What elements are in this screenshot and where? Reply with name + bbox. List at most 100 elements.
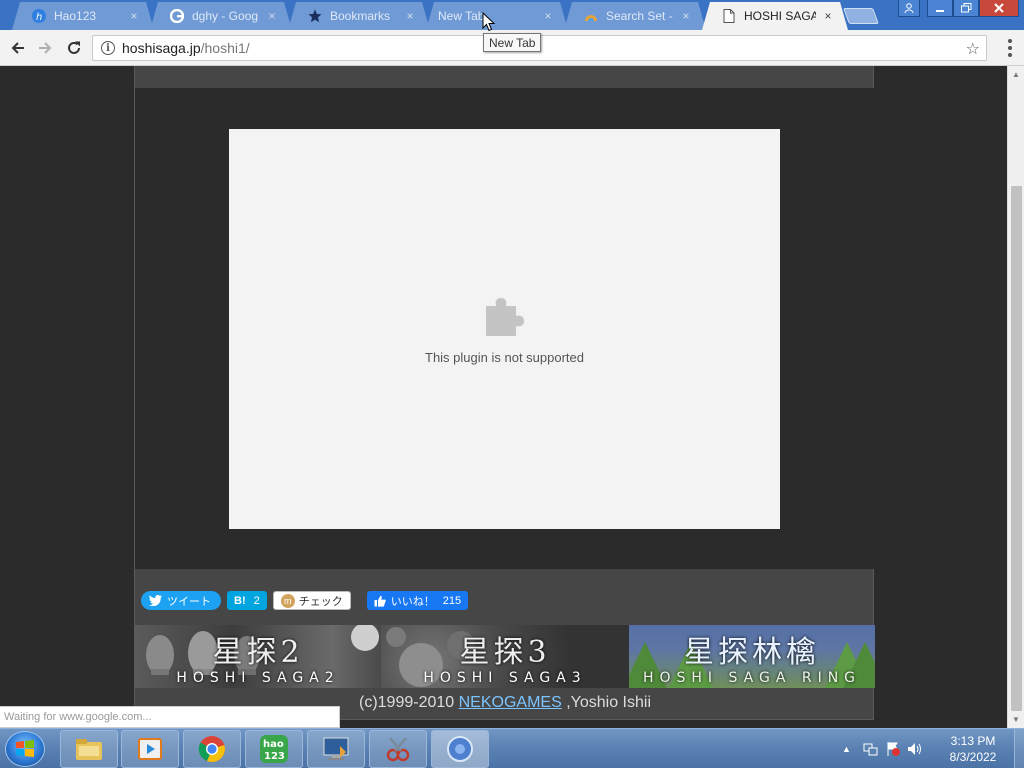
tab-search-set[interactable]: Search Set - × — [564, 2, 706, 30]
taskbar-hao123[interactable]: hao 123 — [245, 730, 303, 768]
windows-logo-icon — [16, 740, 34, 757]
tab-title: dghy - Goog — [192, 9, 259, 23]
search-set-icon — [584, 9, 598, 23]
banner-hoshi-saga-2[interactable]: 星探2 HOSHI SAGA2 — [135, 625, 381, 688]
banner-hoshi-saga-ring[interactable]: 星探林檎 HOSHI SAGA RING — [629, 625, 875, 688]
vertical-scrollbar[interactable]: ▲ ▼ — [1007, 66, 1024, 728]
new-tab-button[interactable] — [843, 8, 879, 24]
reload-button[interactable] — [62, 36, 86, 60]
svg-text:h: h — [36, 12, 42, 23]
tab-bookmarks[interactable]: Bookmarks × — [288, 2, 430, 30]
banner-title: 星探3 — [459, 635, 551, 670]
game-area: This plugin is not supported — [135, 88, 875, 569]
close-icon[interactable]: × — [404, 9, 416, 23]
scroll-down-arrow-icon[interactable]: ▼ — [1012, 715, 1020, 724]
clock[interactable]: 3:13 PM 8/3/2022 — [940, 733, 1006, 765]
plugin-placeholder[interactable]: This plugin is not supported — [229, 129, 780, 529]
close-icon[interactable]: × — [680, 9, 692, 23]
taskbar-file-explorer[interactable] — [60, 730, 118, 768]
minimize-button[interactable] — [927, 0, 953, 17]
share-buttons: ツイート B! 2 m チェック いいね！ 215 — [141, 590, 474, 611]
hatena-label: B! — [234, 594, 246, 607]
clock-time: 3:13 PM — [950, 734, 996, 748]
facebook-like-button[interactable]: いいね！ 215 — [366, 591, 469, 610]
taskbar-remote-desktop[interactable] — [307, 730, 365, 768]
star-icon — [308, 9, 322, 23]
hao123-icon: h — [32, 9, 46, 23]
menu-icon[interactable] — [1002, 38, 1018, 58]
twitter-bird-icon — [149, 595, 162, 606]
volume-icon[interactable] — [907, 741, 923, 757]
like-label: いいね！ — [390, 595, 435, 608]
banner-subtitle: HOSHI SAGA3 — [423, 670, 587, 686]
game-banners: 星探2 HOSHI SAGA2 星探3 HOSHI SAGA3 星探林檎 HOS… — [135, 625, 875, 688]
media-player-icon — [138, 738, 162, 760]
tweet-label: ツイート — [167, 595, 211, 608]
content-column: This plugin is not supported ツイート B! 2 m… — [134, 66, 875, 720]
thumbs-up-icon — [374, 595, 386, 607]
show-desktop-button[interactable] — [1014, 729, 1024, 768]
tab-strip: h Hao123 × dghy - Goog × Bookmarks × New… — [0, 0, 1024, 30]
mouse-cursor-icon — [482, 12, 496, 32]
close-icon[interactable]: × — [266, 9, 278, 23]
chrome-icon — [198, 736, 225, 762]
banner-title: 星探林檎 — [684, 635, 820, 670]
info-icon[interactable]: i — [101, 41, 115, 55]
mixi-logo-icon: m — [280, 593, 295, 608]
chrome-window-icon — [447, 736, 473, 762]
taskbar-media-player[interactable] — [121, 730, 179, 768]
url-host: hoshisaga.jp — [122, 40, 201, 56]
svg-text:123: 123 — [264, 751, 285, 762]
banner-title: 星探2 — [212, 635, 304, 670]
banner-hoshi-saga-3[interactable]: 星探3 HOSHI SAGA3 — [381, 625, 629, 688]
mixi-check-button[interactable]: m チェック — [272, 591, 351, 610]
like-count: 215 — [442, 594, 462, 607]
close-icon[interactable]: × — [128, 9, 140, 23]
back-button[interactable] — [6, 36, 30, 60]
page-icon — [722, 9, 736, 23]
taskbar-snipping-tool[interactable] — [369, 730, 427, 768]
scroll-thumb[interactable] — [1011, 186, 1022, 711]
nekogames-link[interactable]: NEKOGAMES — [459, 694, 562, 711]
system-tray: ▲ — [842, 729, 923, 768]
taskbar-chrome[interactable] — [183, 730, 241, 768]
folder-icon — [76, 739, 102, 760]
tab-hao123[interactable]: h Hao123 × — [12, 2, 154, 30]
action-center-icon[interactable] — [885, 741, 901, 757]
start-button[interactable] — [5, 731, 45, 767]
copyright-prefix: (c)1999-2010 — [358, 694, 459, 711]
tab-hoshi-saga[interactable]: HOSHI SAGA × — [702, 2, 848, 30]
tab-new-tab[interactable]: New Tab × — [426, 2, 568, 30]
banner-subtitle: HOSHI SAGA2 — [176, 670, 340, 686]
window-close-button[interactable] — [979, 0, 1019, 17]
bookmark-star-icon[interactable]: ☆ — [966, 39, 980, 59]
forward-button[interactable] — [33, 36, 57, 60]
tab-google[interactable]: dghy - Goog × — [150, 2, 292, 30]
clock-date: 8/3/2022 — [949, 750, 997, 764]
url-path: /hoshi1/ — [200, 40, 250, 56]
show-hidden-icons-icon[interactable]: ▲ — [842, 744, 851, 754]
tooltip: New Tab — [483, 33, 542, 52]
svg-text:hao: hao — [263, 739, 284, 750]
tweet-button[interactable]: ツイート — [141, 591, 221, 610]
hatena-count: 2 — [253, 594, 260, 607]
user-icon[interactable] — [898, 0, 920, 17]
scroll-up-arrow-icon[interactable]: ▲ — [1012, 70, 1020, 79]
taskbar-chrome-active[interactable] — [431, 730, 489, 768]
restore-button[interactable] — [953, 0, 979, 17]
tab-title: Search Set - — [606, 9, 673, 23]
google-icon — [170, 9, 184, 23]
hao123-app-icon: hao123 — [260, 735, 288, 763]
hatena-bookmark-button[interactable]: B! 2 — [227, 591, 267, 610]
network-icon[interactable] — [863, 741, 879, 757]
tab-title: Hao123 — [54, 9, 97, 23]
copyright-suffix: ,Yoshio Ishii — [561, 694, 651, 711]
close-icon[interactable]: × — [542, 9, 554, 23]
close-icon[interactable]: × — [822, 9, 834, 23]
mixi-label: チェック — [298, 595, 343, 608]
scissors-icon — [386, 737, 410, 762]
tab-title: Bookmarks — [330, 9, 391, 23]
windows-taskbar: hao 123 ▲ 3:13 PM 8/3/2022 — [0, 728, 1024, 768]
status-bubble: Waiting for www.google.com... — [0, 706, 340, 728]
page-viewport: This plugin is not supported ツイート B! 2 m… — [0, 66, 1007, 728]
